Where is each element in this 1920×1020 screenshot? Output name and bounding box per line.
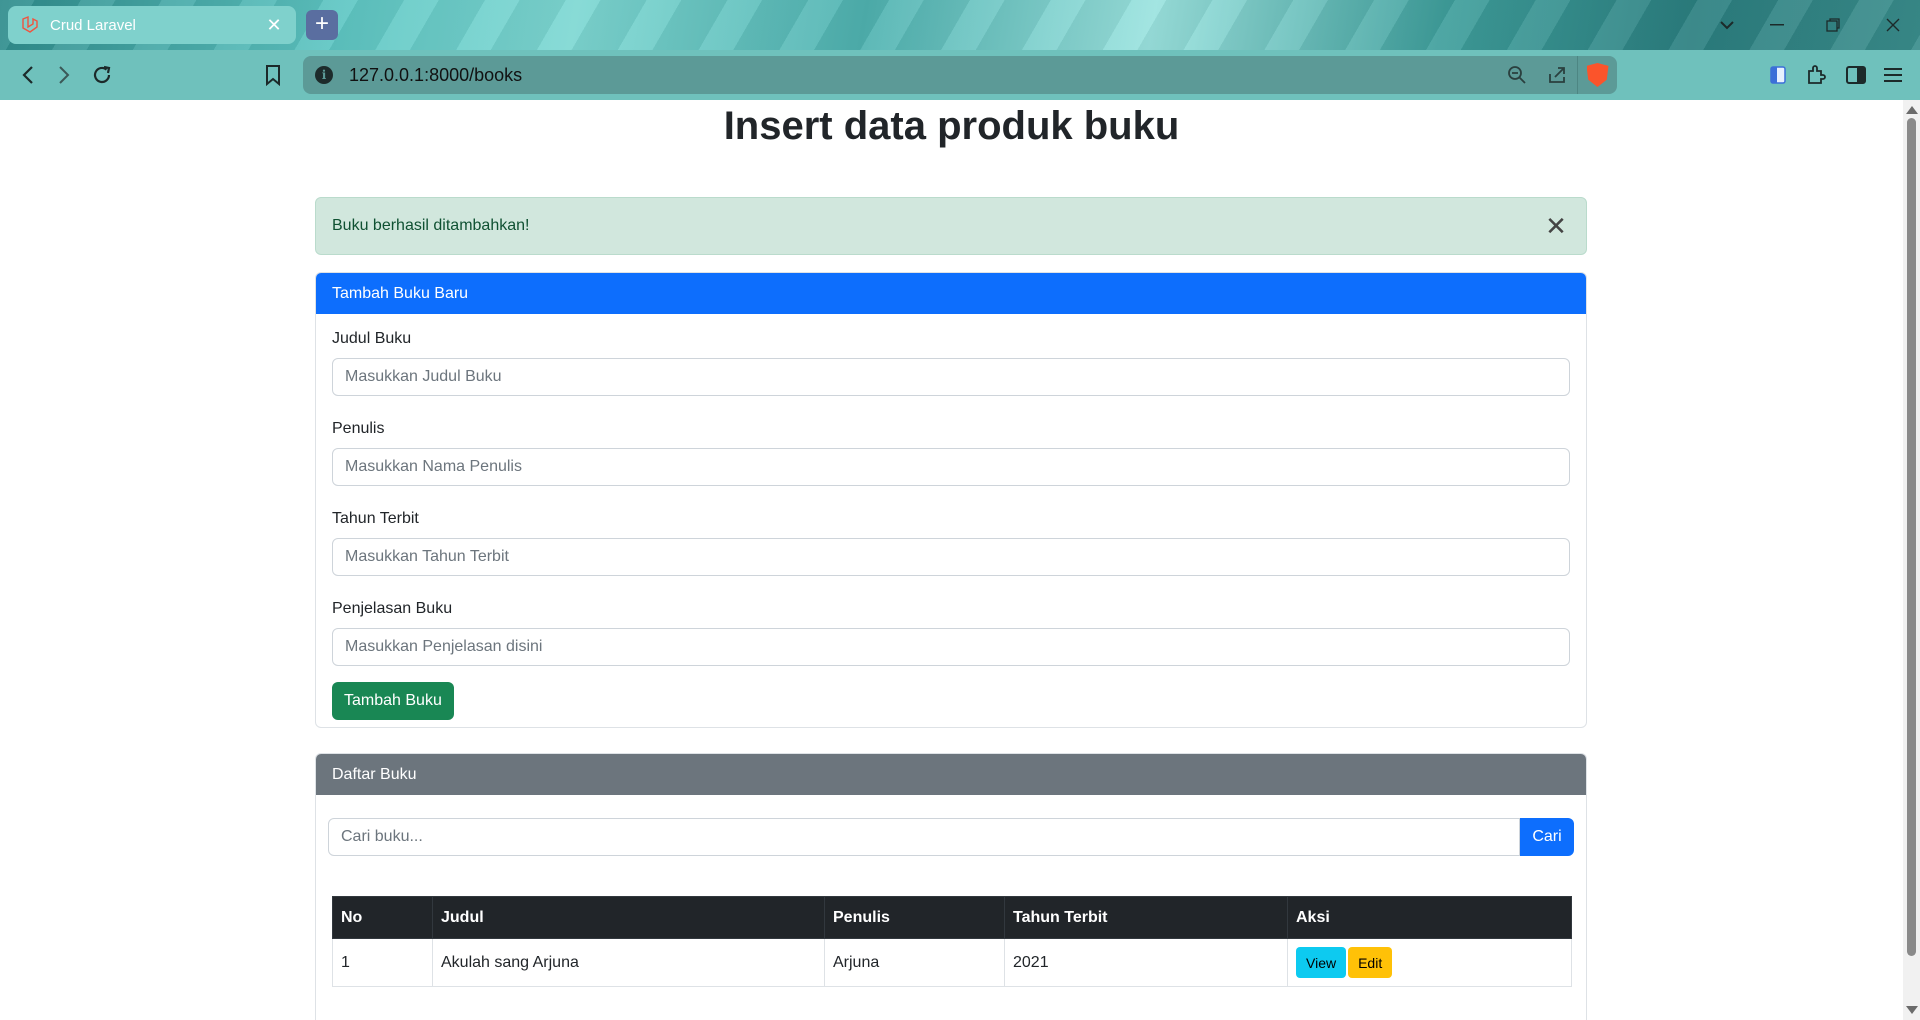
cell-author: Arjuna bbox=[824, 938, 1005, 987]
column-header-actions: Aksi bbox=[1287, 896, 1572, 939]
scroll-thumb[interactable] bbox=[1907, 118, 1916, 956]
search-button[interactable]: Cari bbox=[1520, 818, 1574, 856]
year-input[interactable] bbox=[332, 538, 1570, 576]
page-scrollbar[interactable] bbox=[1903, 100, 1920, 1020]
extensions-icon[interactable] bbox=[1800, 60, 1832, 90]
table-header-row: No Judul Penulis Tahun Terbit Aksi bbox=[332, 896, 1572, 939]
scroll-up-icon[interactable] bbox=[1906, 106, 1918, 114]
brave-shields-icon[interactable] bbox=[1577, 56, 1617, 94]
cell-actions: View Edit bbox=[1287, 938, 1572, 987]
share-icon[interactable] bbox=[1537, 56, 1577, 94]
browser-tab[interactable]: Crud Laravel ✕ bbox=[8, 6, 296, 44]
add-book-card-header: Tambah Buku Baru bbox=[316, 273, 1586, 314]
book-list-card-header: Daftar Buku bbox=[316, 754, 1586, 795]
year-label: Tahun Terbit bbox=[332, 510, 419, 527]
page-title: Insert data produk buku bbox=[723, 104, 1180, 148]
search-input[interactable] bbox=[328, 818, 1520, 856]
new-tab-button[interactable]: + bbox=[306, 10, 338, 40]
browser-tab-strip: Crud Laravel ✕ + bbox=[0, 0, 1920, 50]
cell-title: Akulah sang Arjuna bbox=[432, 938, 825, 987]
scroll-down-icon[interactable] bbox=[1906, 1006, 1918, 1014]
alert-message: Buku berhasil ditambahkan! bbox=[332, 217, 530, 234]
description-label: Penjelasan Buku bbox=[332, 600, 453, 617]
column-header-no: No bbox=[332, 896, 433, 939]
zoom-icon[interactable] bbox=[1497, 56, 1537, 94]
sidebar-icon[interactable] bbox=[1840, 60, 1872, 90]
author-label: Penulis bbox=[332, 420, 385, 437]
table-row: 1 Akulah sang Arjuna Arjuna 2021 View Edi… bbox=[332, 938, 1572, 987]
tab-close-icon[interactable]: ✕ bbox=[264, 15, 284, 36]
reload-icon[interactable] bbox=[86, 60, 118, 90]
add-book-button[interactable]: Tambah Buku bbox=[332, 682, 454, 720]
view-button[interactable]: View bbox=[1296, 947, 1347, 978]
add-book-card: Tambah Buku Baru Judul Buku Penulis Tahu… bbox=[315, 272, 1587, 728]
tab-title: Crud Laravel bbox=[50, 16, 136, 34]
address-bar[interactable]: i 127.0.0.1:8000/books bbox=[303, 56, 1617, 94]
restore-icon[interactable] bbox=[1806, 0, 1860, 50]
url-text[interactable]: 127.0.0.1:8000/books bbox=[349, 65, 1497, 86]
description-input[interactable] bbox=[332, 628, 1570, 666]
title-input[interactable] bbox=[332, 358, 1570, 396]
minimize-icon[interactable] bbox=[1750, 0, 1804, 50]
book-list-card: Daftar Buku Cari No Judul Penulis Tahun … bbox=[315, 753, 1587, 1020]
menu-icon[interactable] bbox=[1877, 60, 1909, 90]
author-input[interactable] bbox=[332, 448, 1570, 486]
bookmark-icon[interactable] bbox=[257, 60, 289, 90]
edit-button[interactable]: Edit bbox=[1348, 947, 1393, 978]
forward-icon[interactable] bbox=[48, 60, 80, 90]
laravel-logo-icon bbox=[22, 15, 38, 33]
cell-year: 2021 bbox=[1004, 938, 1288, 987]
back-icon[interactable] bbox=[12, 60, 44, 90]
success-alert: Buku berhasil ditambahkan! ✕ bbox=[315, 197, 1587, 255]
column-header-title: Judul bbox=[432, 896, 825, 939]
site-info-icon[interactable]: i bbox=[315, 66, 333, 84]
close-window-icon[interactable] bbox=[1866, 0, 1920, 50]
page-viewport: Insert data produk buku Buku berhasil di… bbox=[0, 100, 1903, 1020]
column-header-author: Penulis bbox=[824, 896, 1005, 939]
column-header-year: Tahun Terbit bbox=[1004, 896, 1288, 939]
books-table: No Judul Penulis Tahun Terbit Aksi 1 Aku… bbox=[332, 896, 1572, 987]
wallet-icon[interactable] bbox=[1762, 60, 1794, 90]
tab-search-icon[interactable] bbox=[1700, 0, 1754, 50]
alert-close-icon[interactable]: ✕ bbox=[1542, 211, 1570, 242]
cell-no: 1 bbox=[332, 938, 433, 987]
title-label: Judul Buku bbox=[332, 330, 412, 347]
search-group: Cari bbox=[328, 818, 1574, 856]
